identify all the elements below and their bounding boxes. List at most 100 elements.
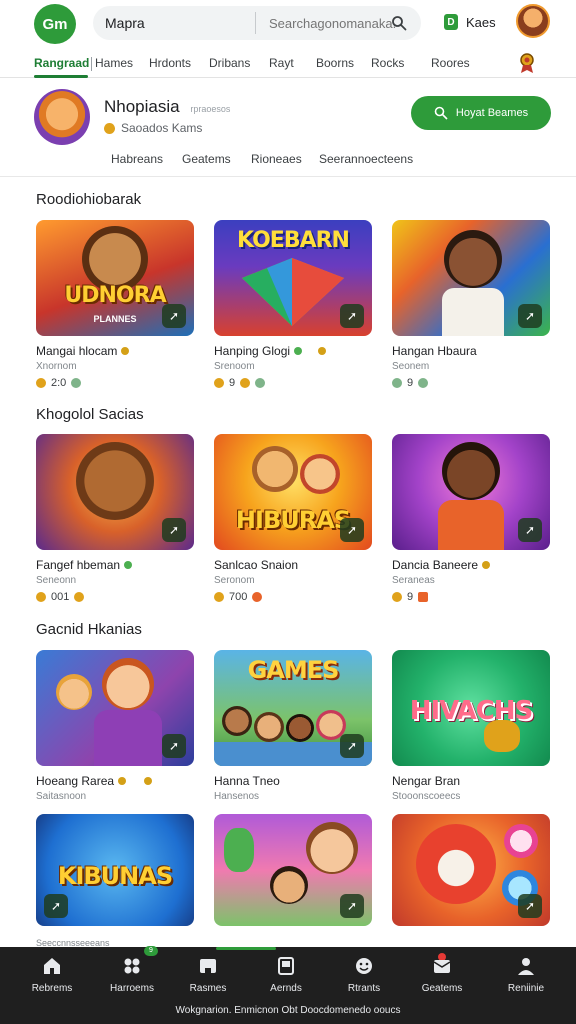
tab-6[interactable]: Rocks <box>371 56 404 70</box>
play-icon[interactable]: ➚ <box>340 518 364 542</box>
play-icon[interactable]: ➚ <box>518 304 542 328</box>
tab-4[interactable]: Rayt <box>269 56 294 70</box>
user-avatar[interactable] <box>516 4 550 38</box>
profile-name-row: Nhopiasia rpraoesos <box>104 97 230 117</box>
game-thumbnail[interactable]: HIVACHS <box>392 650 550 766</box>
award-icon[interactable] <box>518 52 536 74</box>
gift-icon <box>200 959 216 974</box>
game-stats: 700 <box>214 591 263 603</box>
flame-icon <box>318 347 327 355</box>
app-logo[interactable]: Gm <box>34 4 76 44</box>
nav-item-1[interactable]: Harroems <box>92 955 172 994</box>
games-icon <box>124 958 140 974</box>
play-icon[interactable]: ➚ <box>518 518 542 542</box>
play-icon[interactable]: ➚ <box>162 304 186 328</box>
star-icon <box>240 378 251 388</box>
verified-icon <box>124 561 133 569</box>
nav-item-3[interactable]: Aernds <box>246 955 326 994</box>
game-title-row: Hanping Glogi <box>214 344 327 358</box>
footer-text: Wokgnarion. Enmicnon Obt Doocdomenedo oo… <box>175 1005 401 1016</box>
character-body <box>438 500 504 550</box>
character-art <box>56 674 92 710</box>
badge-icon <box>104 122 115 134</box>
nav-item-2[interactable]: Rasmes <box>168 955 248 994</box>
coin-icon <box>214 378 224 388</box>
game-thumbnail[interactable]: ➚ <box>392 220 550 336</box>
character-art <box>76 442 154 520</box>
tab-2[interactable]: Hrdonts <box>149 56 191 70</box>
search-bar[interactable]: Mapra <box>93 6 469 40</box>
profile-subtab-0[interactable]: Habreans <box>111 152 163 166</box>
search-icon[interactable] <box>391 15 407 31</box>
game-stats: 9 <box>392 591 429 603</box>
profile-tag: rpraoesos <box>190 104 231 114</box>
game-title: Fangef hbeman <box>36 558 121 572</box>
game-stat-value: 2:0 <box>51 377 67 389</box>
game-title: Nengar Bran <box>392 774 461 788</box>
mail-icon <box>433 960 451 973</box>
thumbnail-title: HIVACHS <box>409 696 533 726</box>
play-icon[interactable]: ➚ <box>340 894 364 918</box>
game-title: Hanna Tneo <box>214 774 280 788</box>
play-icon[interactable]: ➚ <box>162 518 186 542</box>
coin-icon <box>214 592 224 602</box>
nav-item-6[interactable]: Reniinie <box>486 955 566 994</box>
game-thumbnail[interactable]: HIBURAS ➚ <box>214 434 372 550</box>
game-thumbnail[interactable]: KIBUNAS ➚ <box>36 814 194 926</box>
coins-label: Kaes <box>466 14 496 30</box>
play-icon[interactable]: ➚ <box>162 734 186 758</box>
game-stat-value: 9 <box>229 377 236 389</box>
leaf-icon <box>255 378 266 388</box>
game-thumbnail[interactable]: ➚ <box>36 650 194 766</box>
tab-7[interactable]: Roores <box>431 56 470 70</box>
nav-label: Aernds <box>270 983 302 994</box>
leaf-icon <box>392 378 402 388</box>
coin-icon <box>36 592 46 602</box>
character-body <box>442 288 504 336</box>
tab-3[interactable]: Dribans <box>209 56 250 70</box>
play-icon[interactable]: ➚ <box>340 304 364 328</box>
character-art <box>102 658 154 710</box>
game-stat-value: 9 <box>407 591 414 603</box>
profile-subtab-1[interactable]: Geatems <box>182 152 231 166</box>
game-thumbnail[interactable]: KOEBARN ➚ <box>214 220 372 336</box>
game-thumbnail[interactable]: GAMES ➚ <box>214 650 372 766</box>
verified-icon <box>294 347 303 355</box>
game-stats: 9 <box>214 377 266 389</box>
play-icon[interactable]: ➚ <box>518 894 542 918</box>
game-thumbnail[interactable]: ➚ <box>392 814 550 926</box>
character-art <box>416 824 496 904</box>
game-thumbnail[interactable]: ➚ <box>392 434 550 550</box>
profile-subtab-2[interactable]: Rioneaes <box>251 152 302 166</box>
nav-label: Harroems <box>110 983 154 994</box>
follow-button[interactable]: Hoyat Beames <box>411 96 551 130</box>
tab-5[interactable]: Boorns <box>316 56 354 70</box>
game-subtitle: Seraneas <box>392 575 435 586</box>
profile-subtab-3[interactable]: Seerannoecteens <box>319 152 413 166</box>
nav-item-4[interactable]: Rtrants <box>324 955 404 994</box>
profile-avatar[interactable] <box>34 89 90 145</box>
verified-icon <box>118 777 127 785</box>
search-input[interactable] <box>269 10 469 36</box>
game-thumbnail[interactable]: ➚ <box>36 434 194 550</box>
coin-icon: D <box>444 14 458 30</box>
verified-icon <box>482 561 491 569</box>
creature-art <box>224 828 254 872</box>
game-stat-value: 001 <box>51 591 70 603</box>
character-art <box>306 822 358 874</box>
thumbnail-title: GAMES <box>247 656 340 684</box>
play-icon[interactable]: ➚ <box>340 734 364 758</box>
game-subtitle: Seronom <box>214 575 255 586</box>
game-title: Sanlcao Snaion <box>214 558 299 572</box>
coins-display[interactable]: D Kaes <box>444 14 496 30</box>
nav-item-5[interactable]: Geatems <box>402 955 482 994</box>
tab-0[interactable]: Rangraad <box>34 56 89 70</box>
nav-item-0[interactable]: Rebrems <box>12 955 92 994</box>
game-title-row: Hanna Tneo <box>214 774 280 788</box>
play-icon[interactable]: ➚ <box>44 894 68 918</box>
character-art <box>254 712 284 742</box>
game-thumbnail[interactable]: UDNORA PLANNES ➚ <box>36 220 194 336</box>
game-thumbnail[interactable]: ➚ <box>214 814 372 926</box>
game-subtitle: Seneonn <box>36 575 77 586</box>
tab-1[interactable]: Hames <box>95 56 133 70</box>
